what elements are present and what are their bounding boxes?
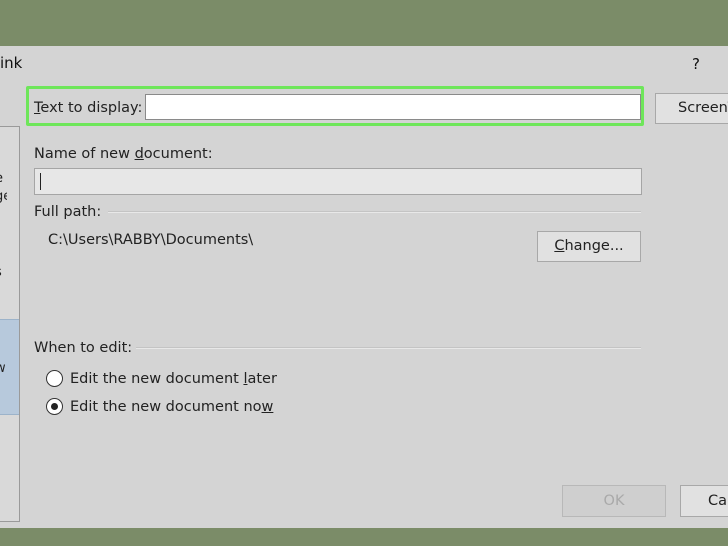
new-document-label: Name of new document:	[34, 146, 213, 162]
link-to-item-label[interactable]: w	[0, 361, 7, 377]
link-to-item-label[interactable]: ge	[0, 189, 7, 205]
text-caret	[40, 173, 41, 190]
text-to-display-label: Text to display:	[34, 100, 143, 116]
edit-now-radio[interactable]	[46, 398, 63, 415]
when-to-edit-label: When to edit:	[34, 340, 133, 356]
link-to-item-label[interactable]: e	[0, 171, 7, 187]
edit-later-radio[interactable]	[46, 370, 63, 387]
cancel-button[interactable]: Ca	[680, 485, 728, 517]
new-document-input[interactable]	[34, 168, 642, 195]
link-to-item-label[interactable]: s	[0, 265, 7, 281]
edit-now-label[interactable]: Edit the new document now	[70, 399, 273, 415]
when-to-edit-separator	[136, 347, 641, 349]
screentip-button[interactable]: ScreenT	[655, 93, 728, 124]
link-to-item-label[interactable]: t	[0, 283, 7, 299]
help-button[interactable]: ?	[692, 55, 700, 73]
dialog-title: ink	[0, 54, 23, 72]
edit-later-label[interactable]: Edit the new document later	[70, 371, 277, 387]
text-to-display-input[interactable]	[145, 94, 641, 120]
insert-hyperlink-dialog: ink ? e ge s t w t Text to display: Scre…	[0, 46, 728, 528]
full-path-label: Full path:	[34, 204, 102, 220]
full-path-separator	[108, 211, 641, 213]
change-button[interactable]: Change...	[537, 231, 641, 262]
link-to-pane: e ge s t w t	[0, 126, 20, 522]
radio-selected-dot	[50, 402, 58, 410]
ok-button[interactable]: OK	[562, 485, 666, 517]
full-path-value: C:\Users\RABBY\Documents\	[48, 232, 254, 248]
link-to-item-label[interactable]: t	[0, 379, 7, 395]
